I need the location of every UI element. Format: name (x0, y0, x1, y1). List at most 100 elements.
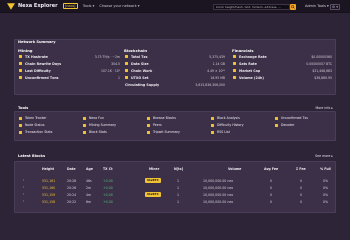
col-header-ntx: N[tx] (174, 167, 184, 171)
blockchain-row: Data Size (125, 61, 149, 66)
expand-row-icon[interactable]: › (23, 192, 24, 196)
block-height-link[interactable]: 531,159 (42, 193, 55, 197)
latest-blocks-title: Latest Blocks (18, 154, 46, 158)
exchange-rate-value: $0.00000560 (311, 55, 332, 59)
tool-node-status[interactable]: Node Status (19, 123, 45, 127)
miner-badge[interactable]: ViaBTC (145, 177, 161, 183)
difficulty-history-icon (211, 123, 214, 127)
block-volume: 10,000,000.00 nex (203, 200, 234, 204)
block-volume: 10,000,000.00 nex (203, 186, 234, 190)
nexa-logo-icon (7, 2, 15, 10)
col-header-height: Height (42, 167, 54, 171)
tool-unconfirmed-txs[interactable]: Unconfirmed Txs (275, 116, 308, 120)
analysis-icon (211, 116, 214, 120)
block-height-link[interactable]: 531,160 (42, 186, 55, 190)
miner-badge[interactable]: ViaBTC (145, 191, 161, 197)
network-menu[interactable]: Choose your network ▾ (99, 4, 139, 8)
block-age: 6m (86, 200, 92, 204)
market-cap-icon (233, 69, 236, 72)
mining-heading: Mining (18, 48, 33, 53)
tool-mining-summary[interactable]: Mining Summary (83, 123, 116, 127)
block-date: 20:26 (67, 186, 77, 190)
block-age: 4m (86, 193, 92, 197)
tool-rss-list[interactable]: RSS List (211, 130, 230, 134)
search-button[interactable] (290, 3, 296, 10)
table-row[interactable] (16, 177, 334, 184)
tool-tripwit-summary[interactable]: Tripwit Summary (147, 130, 180, 134)
block-date: 20:28 (67, 179, 77, 183)
financials-row: Market Cap (233, 68, 260, 73)
block-sum-fee: 0 (300, 186, 303, 190)
block-avg-fee: 0 (270, 200, 273, 204)
data-size-value: 1.14 GB (212, 62, 225, 66)
mining-row: Last Difficulty (19, 68, 51, 73)
tool-token-tracker[interactable]: Token Tracker (19, 116, 47, 120)
navbar: Nexa Explorer [nexa] Tools ▾ Choose your… (0, 0, 350, 13)
tool-transaction-stats[interactable]: Transaction Stats (19, 130, 52, 134)
block-txct: +0.00 (103, 200, 113, 204)
block-height-link[interactable]: 531,158 (42, 200, 55, 204)
financials-row: Sats Rate (233, 61, 257, 66)
expand-row-icon[interactable]: › (23, 185, 24, 189)
admin-tools-menu[interactable]: Admin Tools ▾ (305, 4, 329, 8)
fun-icon (83, 116, 86, 120)
chain-rewrite-icon (19, 62, 22, 65)
table-row[interactable] (16, 198, 334, 205)
blockchain-row: Chain Work (125, 68, 152, 73)
volume-value: $36,880.95 (314, 76, 332, 80)
sats-rate-icon (233, 62, 236, 65)
tripwit-icon (147, 130, 150, 134)
table-row[interactable] (16, 184, 334, 191)
tool-decoder[interactable]: Decoder (275, 123, 294, 127)
blockchain-heading: Blockchain (124, 48, 148, 53)
financials-row: Volume (24h) (233, 75, 264, 80)
difficulty-value: 107.1K · 10² (100, 69, 120, 73)
gear-icon: ⚙ ▾ (331, 4, 338, 9)
brand-logo[interactable]: Nexa Explorer (7, 2, 58, 10)
utxo-icon (125, 76, 128, 79)
tx-stats-icon (19, 130, 22, 134)
tool-browse-blocks[interactable]: Browse Blocks (147, 116, 176, 120)
search-icon (291, 4, 295, 9)
blockchain-row: Circulating Supply (125, 82, 160, 87)
col-header-volume: Volume (228, 167, 242, 171)
tool-peers[interactable]: Peers (147, 123, 162, 127)
block-height-link[interactable]: 531,161 (42, 179, 55, 183)
decoder-icon (275, 123, 278, 127)
tool-difficulty-history[interactable]: Difficulty History (211, 123, 244, 127)
unconfirmed-tx-icon (275, 116, 278, 120)
tool-block-analysis[interactable]: Block Analysis (211, 116, 240, 120)
blockchain-row: UTXO Set (125, 75, 149, 80)
block-txct: +0.00 (103, 179, 113, 183)
block-full: 0% (323, 179, 329, 183)
sats-rate-value: 0.00000007 BTC (306, 62, 332, 66)
circulating-supply-value: 5,615,836,306,000 (195, 83, 225, 87)
volume-icon (233, 76, 236, 79)
tool-block-stats[interactable]: Block Stats (83, 130, 107, 134)
block-stats-icon (83, 130, 86, 134)
chain-work-value: 4.49 × 10²⁰ (207, 69, 225, 73)
mining-row: TX Hashrate (19, 54, 48, 59)
block-volume: 10,000,000.00 nex (203, 193, 234, 197)
block-date: 20:22 (67, 200, 77, 204)
latest-blocks-see-more-link[interactable]: See more ▸ (315, 154, 333, 158)
expand-row-icon[interactable]: › (23, 199, 24, 203)
block-avg-fee: 0 (270, 193, 273, 197)
difficulty-icon (19, 69, 22, 72)
block-ntx: 1 (177, 200, 180, 204)
col-header-date: Date (67, 167, 76, 171)
expand-row-icon[interactable]: › (23, 178, 24, 182)
col-header-avg-fee: Avg Fee (264, 167, 279, 171)
col-header-age: Age (86, 167, 93, 171)
block-ntx: 1 (177, 186, 180, 190)
settings-menu-button[interactable]: ⚙ ▾ (330, 3, 340, 10)
token-icon (19, 116, 22, 120)
tool-nexa-fun[interactable]: Nexa Fun (83, 116, 104, 120)
col-header-txct: TX Ct (103, 167, 113, 171)
peers-icon (147, 123, 150, 127)
tools-menu[interactable]: Tools ▾ (83, 4, 95, 8)
search-input[interactable]: block height/hash, txid, txidem, address… (213, 3, 290, 10)
tools-more-info-link[interactable]: More info ▸ (315, 106, 333, 110)
table-row[interactable] (16, 191, 334, 198)
block-full: 0% (323, 186, 329, 190)
